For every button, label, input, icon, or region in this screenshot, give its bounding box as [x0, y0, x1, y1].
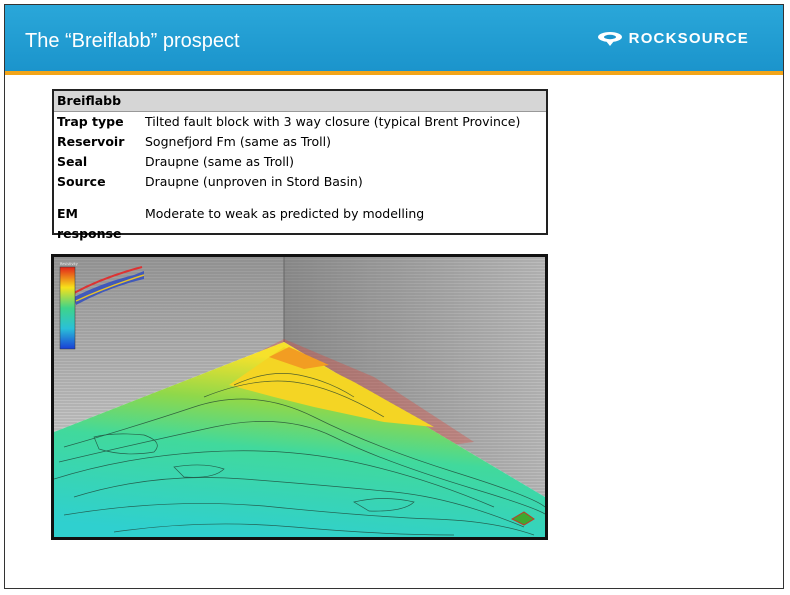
row-value: Moderate to weak as predicted by modelli… — [145, 206, 425, 221]
rocksource-emblem-icon — [597, 31, 622, 46]
seismic-3d-image: Resistivity — [54, 257, 545, 537]
row-value: Draupne (same as Troll) — [145, 154, 295, 169]
rocksource-logo: ROCKSOURCE — [597, 30, 749, 47]
row-key: Seal — [57, 154, 88, 169]
prospect-table-heading: Breiflabb — [54, 91, 546, 112]
colorbar-label: Resistivity — [60, 262, 78, 266]
logo-text: ROCKSOURCE — [628, 30, 749, 47]
row-value: Sognefjord Fm (same as Troll) — [145, 134, 331, 149]
table-row: Source Draupne (unproven in Stord Basin) — [54, 172, 546, 192]
table-row: EM response Moderate to weak as predicte… — [54, 204, 546, 241]
row-key: Trap type — [57, 114, 124, 129]
row-key: Reservoir — [57, 134, 125, 149]
row-key: EM response — [57, 206, 122, 241]
header-stripe — [5, 71, 783, 75]
row-value: Tilted fault block with 3 way closure (t… — [145, 114, 521, 129]
table-row: Trap type Tilted fault block with 3 way … — [54, 112, 546, 132]
seismic-3d-visualization: Resistivity — [51, 254, 548, 540]
table-row: Reservoir Sognefjord Fm (same as Troll) — [54, 132, 546, 152]
table-row: Seal Draupne (same as Troll) — [54, 152, 546, 172]
slide-title: The “Breiflabb” prospect — [25, 30, 240, 52]
slide-header: The “Breiflabb” prospect ROCKSOURCE — [5, 5, 783, 71]
row-key: Source — [57, 174, 106, 189]
prospect-table: Breiflabb Trap type Tilted fault block w… — [52, 89, 548, 241]
row-value: Draupne (unproven in Stord Basin) — [145, 174, 363, 189]
